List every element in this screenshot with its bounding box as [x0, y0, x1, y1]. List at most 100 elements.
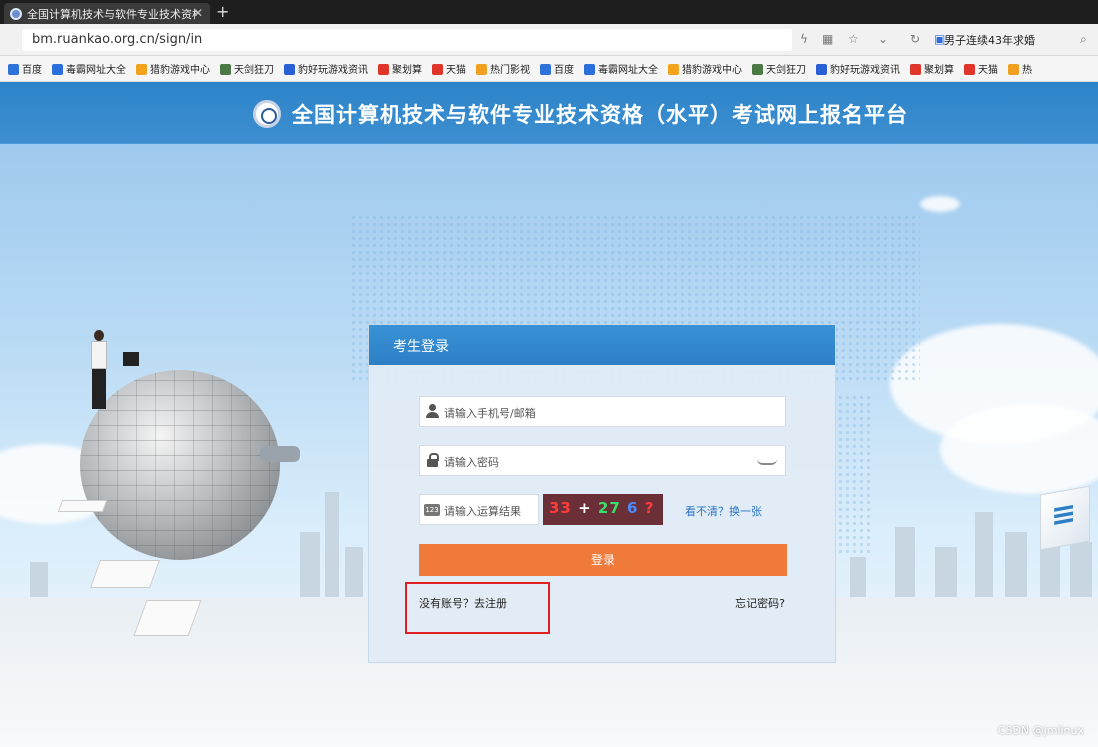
bookmark-item[interactable]: 毒霸网址大全	[584, 61, 658, 76]
password-placeholder: 请输入密码	[444, 456, 499, 469]
bookmark-item[interactable]: 百度	[540, 61, 574, 76]
captcha-digit: ?	[644, 499, 655, 517]
number-icon: 123	[424, 504, 440, 516]
tab-title: 全国计算机技术与软件专业技术资格	[27, 7, 197, 21]
grid-icon[interactable]: ▦	[822, 32, 833, 46]
bookmark-icon	[378, 64, 389, 75]
bookmark-icon	[8, 64, 19, 75]
bookmark-item[interactable]: 聚划算	[910, 61, 954, 76]
lock-icon	[426, 453, 440, 467]
bookmark-label: 百度	[554, 65, 574, 76]
bookmark-item[interactable]: 热门影视	[476, 61, 530, 76]
bookmark-icon	[816, 64, 827, 75]
step-illustration	[57, 500, 108, 512]
bookmark-item[interactable]: 天剑狂刀	[220, 61, 274, 76]
username-input[interactable]: 请输入手机号/邮箱	[419, 396, 786, 427]
bookmark-label: 热门影视	[490, 65, 530, 76]
building	[1005, 532, 1027, 602]
bookmark-item[interactable]: 猎豹游戏中心	[668, 61, 742, 76]
site-favicon-icon	[10, 7, 22, 20]
bookmark-item[interactable]: 天猫	[432, 61, 466, 76]
briefcase-icon	[123, 352, 139, 366]
username-placeholder: 请输入手机号/邮箱	[444, 407, 536, 420]
building	[300, 532, 320, 602]
bookmark-icon	[964, 64, 975, 75]
star-icon[interactable]: ☆	[848, 32, 859, 46]
brand-cube-icon	[1040, 485, 1090, 551]
bookmark-item[interactable]: 毒霸网址大全	[52, 61, 126, 76]
cloud	[920, 196, 960, 212]
bookmark-label: 百度	[22, 65, 42, 76]
bookmark-icon	[432, 64, 443, 75]
login-button[interactable]: 登录	[419, 544, 787, 576]
step-illustration	[89, 560, 161, 588]
refresh-captcha-link[interactable]: 看不清？换一张	[685, 503, 762, 519]
user-icon	[426, 404, 440, 418]
bookmark-label: 毒霸网址大全	[598, 65, 658, 76]
captcha-digit: 6	[627, 499, 639, 517]
bookmark-icon	[1008, 64, 1019, 75]
search-hint[interactable]: 男子连续43年求婚	[944, 32, 1035, 48]
forgot-password-link[interactable]: 忘记密码?	[735, 595, 785, 611]
bookmark-label: 猎豹游戏中心	[682, 65, 742, 76]
bookmarks-bar: 百度 毒霸网址大全 猎豹游戏中心 天剑狂刀 豹好玩游戏资讯 聚划算 天猫 热门影视 百度 毒霸网址…	[0, 56, 1098, 82]
bookmark-item[interactable]: 天猫	[964, 61, 998, 76]
bookmark-icon	[220, 64, 231, 75]
bookmark-item[interactable]: 豹好玩游戏资讯	[284, 61, 368, 76]
bookmark-icon	[668, 64, 679, 75]
lightning-icon[interactable]: ϟ	[800, 32, 808, 46]
bookmark-label: 豹好玩游戏资讯	[830, 65, 900, 76]
bookmark-icon	[752, 64, 763, 75]
bookmark-icon	[52, 64, 63, 75]
captcha-image[interactable]: 33 + 27 6 ?	[543, 494, 663, 525]
refresh-icon[interactable]: ↻	[910, 32, 920, 46]
world-dot-map	[830, 394, 870, 554]
address-bar: bm.ruankao.org.cn/sign/in ϟ ▦ ☆ ⌄ ↻ ▣ 男子…	[0, 24, 1098, 56]
captcha-digit: 27	[597, 499, 621, 517]
page-title: 全国计算机技术与软件专业技术资格（水平）考试网上报名平台	[292, 103, 908, 127]
watermark: CSDN @jmlinux	[997, 724, 1084, 737]
captcha-operator: +	[578, 499, 592, 517]
cloud	[940, 404, 1098, 494]
bookmark-label: 天剑狂刀	[766, 65, 806, 76]
key-illustration	[260, 446, 300, 462]
bookmark-item[interactable]: 猎豹游戏中心	[136, 61, 210, 76]
building	[30, 562, 48, 602]
bookmark-icon	[584, 64, 595, 75]
bookmark-label: 热	[1022, 65, 1032, 76]
bookmark-item[interactable]: 聚划算	[378, 61, 422, 76]
browser-tab-bar: 全国计算机技术与软件专业技术资格 ✕ +	[0, 0, 1098, 24]
captcha-placeholder: 请输入运算结果	[444, 505, 521, 518]
bookmark-icon	[476, 64, 487, 75]
annotation-highlight-box	[405, 582, 550, 634]
bookmark-label: 聚划算	[392, 65, 422, 76]
bookmark-item[interactable]: 百度	[8, 61, 42, 76]
bookmark-label: 猎豹游戏中心	[150, 65, 210, 76]
captcha-input[interactable]: 123 请输入运算结果	[419, 494, 539, 525]
login-heading: 考生登录	[369, 325, 835, 365]
bookmark-icon	[136, 64, 147, 75]
captcha-digit: 33	[549, 499, 572, 517]
bookmark-label: 豹好玩游戏资讯	[298, 65, 368, 76]
bookmark-item[interactable]: 豹好玩游戏资讯	[816, 61, 900, 76]
bookmark-item[interactable]: 天剑狂刀	[752, 61, 806, 76]
building	[895, 527, 915, 602]
building	[975, 512, 993, 602]
tower	[325, 492, 339, 602]
bookmark-icon	[284, 64, 295, 75]
building	[1070, 542, 1092, 602]
bookmark-item[interactable]: 热	[1008, 61, 1032, 76]
search-icon[interactable]: ⌕	[1080, 32, 1087, 47]
building	[345, 547, 363, 602]
browser-tab[interactable]: 全国计算机技术与软件专业技术资格 ✕	[4, 3, 210, 24]
chevron-down-icon[interactable]: ⌄	[878, 32, 888, 46]
close-tab-icon[interactable]: ✕	[193, 6, 203, 20]
password-input[interactable]: 请输入密码	[419, 445, 786, 476]
building	[935, 547, 957, 602]
eye-closed-icon[interactable]	[757, 459, 777, 465]
bookmark-label: 天猫	[978, 65, 998, 76]
bookmark-icon	[910, 64, 921, 75]
url-input[interactable]: bm.ruankao.org.cn/sign/in	[22, 29, 792, 51]
new-tab-icon[interactable]: +	[216, 2, 229, 21]
businessman-illustration	[88, 330, 110, 410]
